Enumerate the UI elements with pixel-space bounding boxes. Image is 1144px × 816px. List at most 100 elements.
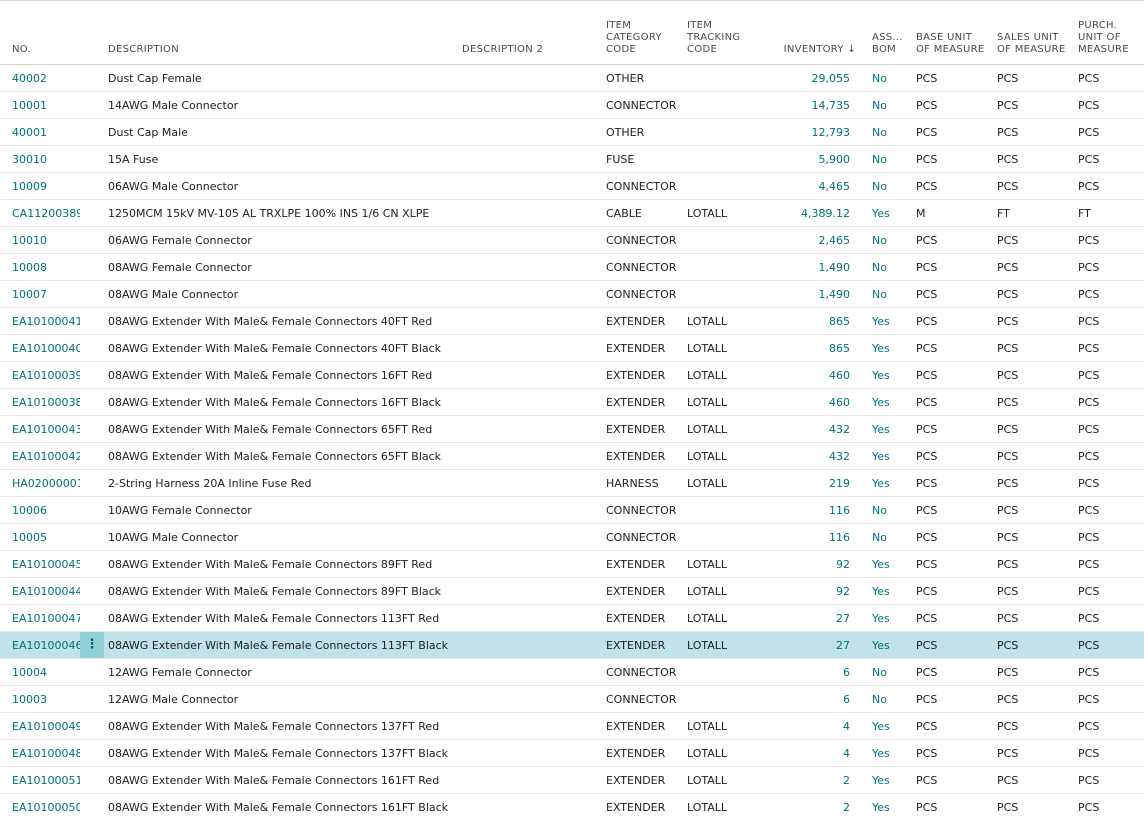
item-no-link[interactable]: 10008 — [0, 253, 80, 281]
item-inventory[interactable]: 116 — [764, 496, 860, 524]
item-inventory[interactable]: 865 — [764, 334, 860, 362]
item-no-link[interactable]: EA10100049 — [0, 712, 80, 740]
row-actions-cell[interactable]: ⋮ — [80, 766, 104, 794]
table-row[interactable]: 10003⋮12AWG Male ConnectorCONNECTOR6NoPC… — [0, 685, 1144, 713]
item-assembly-bom[interactable]: Yes — [860, 415, 912, 443]
item-assembly-bom[interactable]: Yes — [860, 388, 912, 416]
table-row[interactable]: EA10100048⋮08AWG Extender With Male& Fem… — [0, 739, 1144, 767]
item-assembly-bom[interactable]: No — [860, 64, 912, 92]
row-actions-cell[interactable]: ⋮ — [80, 469, 104, 497]
item-inventory[interactable]: 432 — [764, 442, 860, 470]
table-row[interactable]: 10004⋮12AWG Female Connector CONNECTOR 6No… — [0, 658, 1144, 686]
item-no-link[interactable]: EA10100043 — [0, 415, 80, 443]
item-no-link[interactable]: 10010 — [0, 226, 80, 254]
row-actions-cell[interactable]: ⋮ — [80, 496, 104, 524]
item-inventory[interactable]: 2,465 — [764, 226, 860, 254]
table-row[interactable]: EA10100051⋮08AWG Extender With Male& Fem… — [0, 766, 1144, 794]
table-row[interactable]: EA10100049⋮08AWG Extender With Male& Fem… — [0, 712, 1144, 740]
item-no-link[interactable]: EA10100041 — [0, 307, 80, 335]
item-no-link[interactable]: 40001 — [0, 118, 80, 146]
item-inventory[interactable]: 6 — [764, 658, 860, 686]
item-inventory[interactable]: 4,389.12 — [764, 199, 860, 227]
item-inventory[interactable]: 432 — [764, 415, 860, 443]
item-assembly-bom[interactable]: No — [860, 658, 912, 686]
item-assembly-bom[interactable]: Yes — [860, 631, 912, 659]
item-no-link[interactable]: 10003 — [0, 685, 80, 713]
item-no-link[interactable]: EA10100051 — [0, 766, 80, 794]
column-header-item-category-code[interactable]: ITEM CATEGORY CODE — [602, 1, 683, 65]
row-actions-cell[interactable]: ⋮ — [80, 793, 104, 816]
item-inventory[interactable]: 27 — [764, 604, 860, 632]
table-row[interactable]: 10005⋮10AWG Male Connector CONNECTOR 116No… — [0, 523, 1144, 551]
item-no-link[interactable]: 10009 — [0, 172, 80, 200]
row-actions-cell[interactable]: ⋮ — [80, 172, 104, 200]
table-row[interactable]: EA10100044⋮08AWG Extender With Male& Fem… — [0, 577, 1144, 605]
table-row[interactable]: 10008⋮08AWG Female Connector CONNECTOR 1,4… — [0, 253, 1144, 281]
row-actions-cell[interactable]: ⋮ — [80, 550, 104, 578]
item-assembly-bom[interactable]: Yes — [860, 442, 912, 470]
column-header-description-2[interactable]: DESCRIPTION 2 — [458, 1, 602, 65]
column-header-sales-unit-of-measure[interactable]: SALES UNIT OF MEASURE — [993, 1, 1074, 65]
row-actions-cell[interactable]: ⋮ — [80, 307, 104, 335]
table-row[interactable]: 10009⋮06AWG Male Connector CONNECTOR 4,465… — [0, 172, 1144, 200]
item-assembly-bom[interactable]: Yes — [860, 469, 912, 497]
item-assembly-bom[interactable]: No — [860, 145, 912, 173]
table-row[interactable]: EA10100041⋮08AWG Extender With Male& Fem… — [0, 307, 1144, 335]
item-inventory[interactable]: 2 — [764, 793, 860, 816]
row-actions-cell[interactable]: ⋮ — [80, 388, 104, 416]
item-assembly-bom[interactable]: No — [860, 226, 912, 254]
item-assembly-bom[interactable]: Yes — [860, 361, 912, 389]
table-row[interactable]: EA10100045⋮08AWG Extender With Male& Fem… — [0, 550, 1144, 578]
column-header-assembly-bom[interactable]: ASS... BOM — [860, 1, 912, 65]
item-assembly-bom[interactable]: Yes — [860, 550, 912, 578]
item-assembly-bom[interactable]: Yes — [860, 307, 912, 335]
row-actions-cell[interactable]: ⋮ — [80, 442, 104, 470]
table-row[interactable]: CA11200389⋮1250MCM 15kV MV-105 AL TRXLPE… — [0, 199, 1144, 227]
table-row[interactable]: EA10100040⋮08AWG Extender With Male& Fem… — [0, 334, 1144, 362]
table-row[interactable]: 10001⋮14AWG Male Connector CONNECTOR 14,73… — [0, 91, 1144, 119]
item-inventory[interactable]: 219 — [764, 469, 860, 497]
row-actions-cell[interactable]: ⋮ — [80, 712, 104, 740]
item-inventory[interactable]: 460 — [764, 361, 860, 389]
item-no-link[interactable]: 40002 — [0, 64, 80, 92]
row-actions-cell[interactable]: ⋮ — [80, 739, 104, 767]
item-inventory[interactable]: 116 — [764, 523, 860, 551]
item-no-link[interactable]: EA10100039 — [0, 361, 80, 389]
item-inventory[interactable]: 4,465 — [764, 172, 860, 200]
item-no-link[interactable]: 10007 — [0, 280, 80, 308]
row-actions-cell[interactable]: ⋮ — [80, 199, 104, 227]
table-row[interactable]: 40001⋮Dust Cap MaleOTHER12,793NoPCSPCSPC… — [0, 118, 1144, 146]
item-assembly-bom[interactable]: No — [860, 172, 912, 200]
item-inventory[interactable]: 27 — [764, 631, 860, 659]
table-row[interactable]: EA10100047⋮08AWG Extender With Male& Fem… — [0, 604, 1144, 632]
column-header-base-unit-of-measure[interactable]: BASE UNIT OF MEASURE — [912, 1, 993, 65]
item-assembly-bom[interactable]: Yes — [860, 604, 912, 632]
table-row[interactable]: EA10100042⋮08AWG Extender With Male& Fem… — [0, 442, 1144, 470]
row-actions-cell[interactable]: ⋮ — [80, 91, 104, 119]
item-no-link[interactable]: EA10100044 — [0, 577, 80, 605]
more-vertical-icon[interactable]: ⋮ — [80, 632, 104, 658]
row-actions-cell[interactable]: ⋮ — [80, 361, 104, 389]
item-inventory[interactable]: 2 — [764, 766, 860, 794]
item-no-link[interactable]: 30010 — [0, 145, 80, 173]
item-assembly-bom[interactable]: Yes — [860, 739, 912, 767]
item-inventory[interactable]: 4 — [764, 712, 860, 740]
item-assembly-bom[interactable]: Yes — [860, 712, 912, 740]
item-no-link[interactable]: EA10100045 — [0, 550, 80, 578]
table-row[interactable]: EA10100050⋮08AWG Extender With Male& Fem… — [0, 793, 1144, 816]
item-assembly-bom[interactable]: No — [860, 118, 912, 146]
item-inventory[interactable]: 4 — [764, 739, 860, 767]
item-no-link[interactable]: EA10100042 — [0, 442, 80, 470]
row-actions-cell[interactable]: ⋮ — [80, 523, 104, 551]
item-inventory[interactable]: 14,735 — [764, 91, 860, 119]
row-actions-cell[interactable]: ⋮ — [80, 118, 104, 146]
column-header-no[interactable]: NO. — [0, 1, 80, 65]
table-row[interactable]: 40002⋮Dust Cap FemaleOTHER29,055NoPCSPCS… — [0, 64, 1144, 92]
item-no-link[interactable]: HA02000001 — [0, 469, 80, 497]
item-assembly-bom[interactable]: Yes — [860, 334, 912, 362]
row-actions-cell[interactable]: ⋮ — [80, 280, 104, 308]
row-actions-cell[interactable]: ⋮ — [80, 631, 104, 659]
item-assembly-bom[interactable]: Yes — [860, 793, 912, 816]
item-assembly-bom[interactable]: No — [860, 523, 912, 551]
column-header-inventory[interactable]: INVENTORY ↓ — [764, 1, 860, 65]
